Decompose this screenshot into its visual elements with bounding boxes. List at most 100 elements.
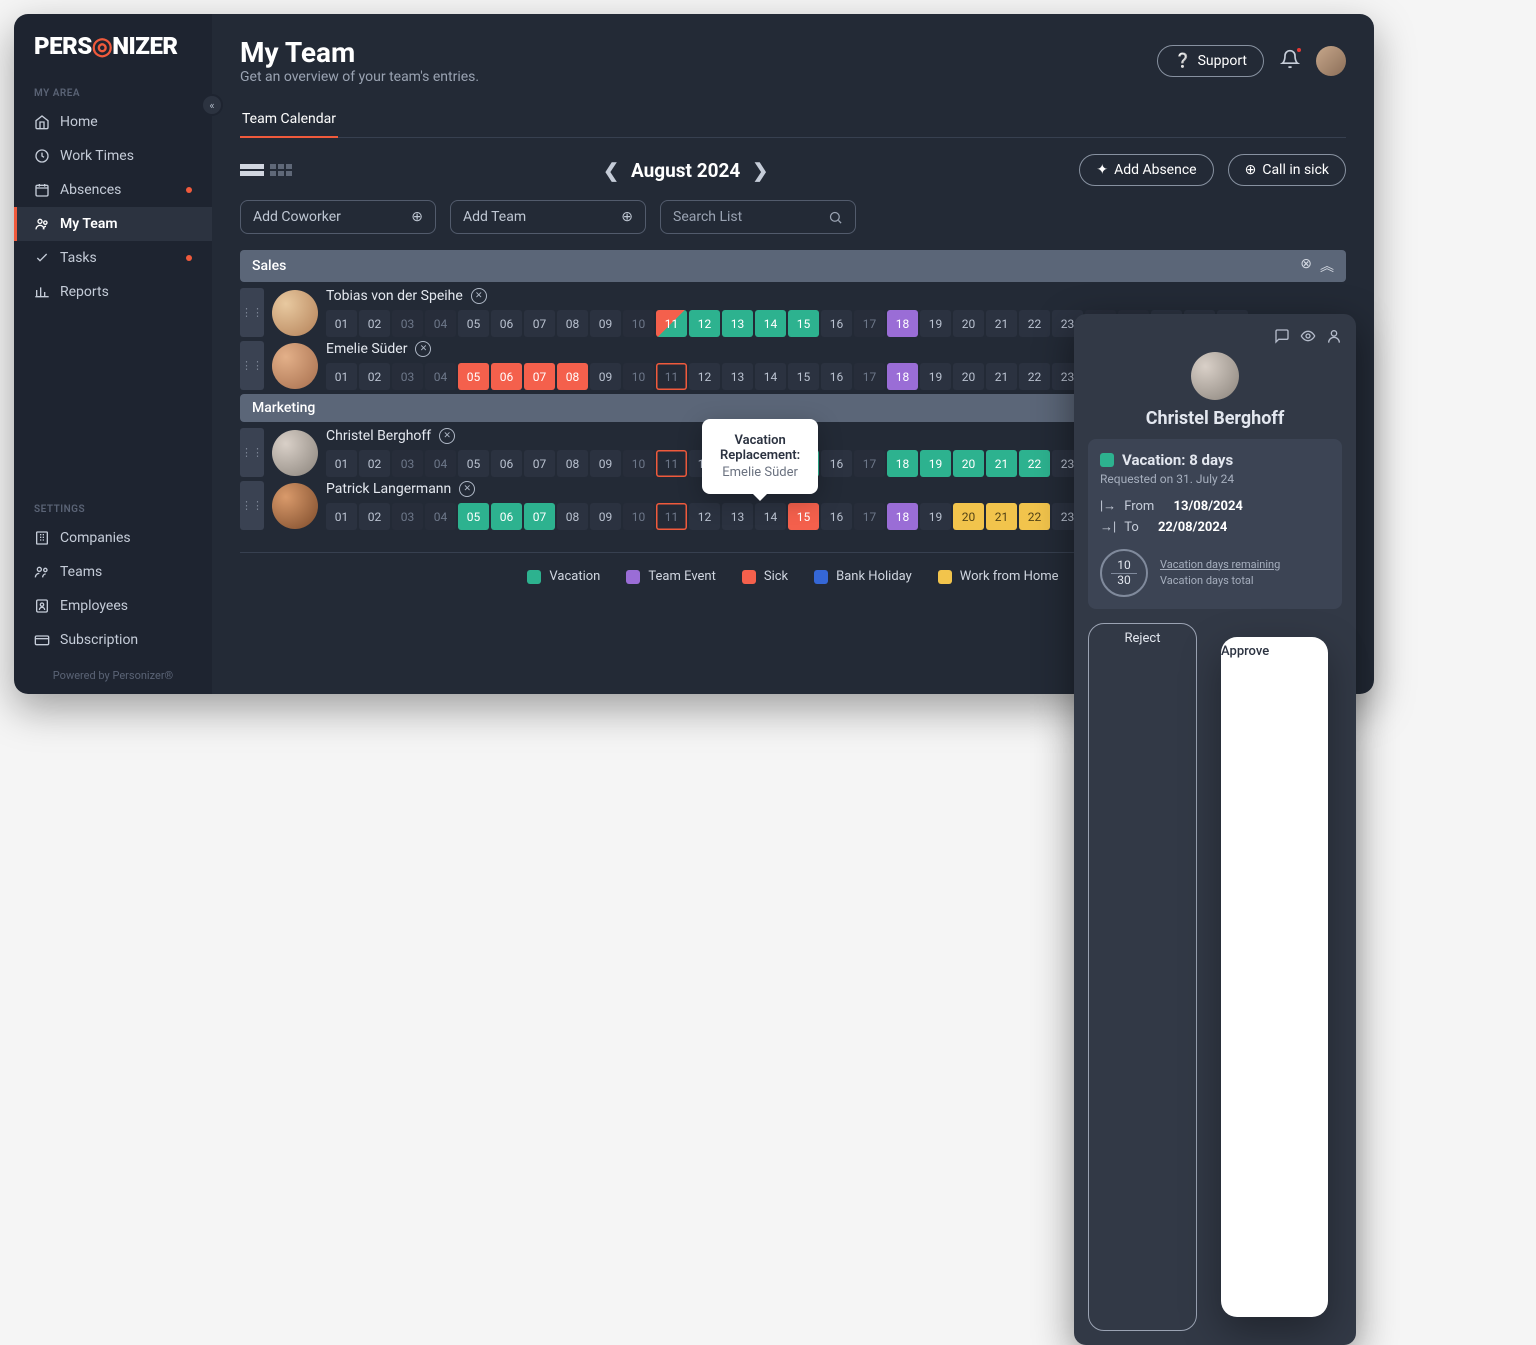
remove-member-button[interactable]: ✕ <box>415 341 431 357</box>
day-cell[interactable]: 02 <box>359 310 390 337</box>
day-cell[interactable]: 04 <box>425 363 456 390</box>
day-cell[interactable]: 04 <box>425 450 456 477</box>
day-cell[interactable]: 10 <box>623 450 654 477</box>
day-cell[interactable]: 17 <box>854 450 885 477</box>
support-button[interactable]: ❔ Support <box>1157 45 1264 77</box>
day-cell[interactable]: 07 <box>524 310 555 337</box>
day-cell[interactable]: 18 <box>887 503 918 530</box>
nav-worktimes[interactable]: Work Times <box>14 139 212 173</box>
day-cell[interactable]: 20 <box>953 363 984 390</box>
day-cell[interactable]: 14 <box>755 503 786 530</box>
day-cell[interactable]: 16 <box>821 310 852 337</box>
prev-month-button[interactable]: ❮ <box>603 159 619 182</box>
search-input[interactable] <box>673 209 828 225</box>
day-cell[interactable]: 18 <box>887 363 918 390</box>
day-cell[interactable]: 19 <box>920 363 951 390</box>
comment-icon[interactable] <box>1274 328 1290 348</box>
day-cell[interactable]: 22 <box>1019 450 1050 477</box>
call-sick-button[interactable]: ⊕ Call in sick <box>1228 154 1346 186</box>
day-cell[interactable]: 18 <box>887 450 918 477</box>
day-cell[interactable]: 09 <box>590 503 621 530</box>
nav-myteam[interactable]: My Team <box>14 207 212 241</box>
nav-reports[interactable]: Reports <box>14 275 212 309</box>
day-cell[interactable]: 11 <box>656 363 687 390</box>
day-cell[interactable]: 16 <box>821 503 852 530</box>
day-cell[interactable]: 05 <box>458 310 489 337</box>
day-cell[interactable]: 02 <box>359 450 390 477</box>
day-cell[interactable]: 17 <box>854 310 885 337</box>
day-cell[interactable]: 11 <box>656 503 687 530</box>
remove-member-button[interactable]: ✕ <box>439 428 455 444</box>
day-cell[interactable]: 13 <box>722 310 753 337</box>
view-list-button[interactable] <box>240 164 264 176</box>
remove-member-button[interactable]: ✕ <box>459 481 475 497</box>
member-avatar[interactable] <box>272 290 318 336</box>
day-cell[interactable]: 08 <box>557 503 588 530</box>
day-cell[interactable]: 06 <box>491 450 522 477</box>
day-cell[interactable]: 06 <box>491 310 522 337</box>
remove-member-button[interactable]: ✕ <box>471 288 487 304</box>
nav-subscription[interactable]: Subscription <box>14 623 212 657</box>
day-cell[interactable]: 01 <box>326 363 357 390</box>
day-cell[interactable]: 12 <box>689 310 720 337</box>
day-cell[interactable]: 22 <box>1019 363 1050 390</box>
nav-companies[interactable]: Companies <box>14 521 212 555</box>
day-cell[interactable]: 15 <box>788 503 819 530</box>
user-avatar[interactable] <box>1316 46 1346 76</box>
nav-tasks[interactable]: Tasks <box>14 241 212 275</box>
day-cell[interactable]: 09 <box>590 363 621 390</box>
day-cell[interactable]: 21 <box>986 503 1017 530</box>
day-cell[interactable]: 10 <box>623 363 654 390</box>
day-cell[interactable]: 11 <box>656 310 687 337</box>
day-cell[interactable]: 14 <box>755 310 786 337</box>
day-cell[interactable]: 22 <box>1019 310 1050 337</box>
view-grid-button[interactable] <box>270 164 292 176</box>
day-cell[interactable]: 03 <box>392 310 423 337</box>
day-cell[interactable]: 06 <box>491 503 522 530</box>
day-cell[interactable]: 21 <box>986 310 1017 337</box>
nav-home[interactable]: Home <box>14 105 212 139</box>
day-cell[interactable]: 22 <box>1019 503 1050 530</box>
search-field[interactable] <box>660 200 856 234</box>
drag-handle[interactable]: ⋮⋮ <box>240 288 264 337</box>
reject-button[interactable]: Reject <box>1088 623 1197 1331</box>
day-cell[interactable]: 17 <box>854 503 885 530</box>
day-cell[interactable]: 03 <box>392 450 423 477</box>
day-cell[interactable]: 06 <box>491 363 522 390</box>
person-icon[interactable] <box>1326 328 1342 348</box>
collapse-group-icon[interactable]: ︽ <box>1320 256 1334 276</box>
day-cell[interactable]: 07 <box>524 503 555 530</box>
nav-absences[interactable]: Absences <box>14 173 212 207</box>
day-cell[interactable]: 13 <box>722 363 753 390</box>
remove-group-icon[interactable]: ⊗ <box>1300 256 1312 276</box>
day-cell[interactable]: 07 <box>524 363 555 390</box>
next-month-button[interactable]: ❯ <box>752 159 768 182</box>
day-cell[interactable]: 02 <box>359 363 390 390</box>
day-cell[interactable]: 19 <box>920 450 951 477</box>
day-cell[interactable]: 10 <box>623 503 654 530</box>
nav-employees[interactable]: Employees <box>14 589 212 623</box>
day-cell[interactable]: 14 <box>755 363 786 390</box>
day-cell[interactable]: 16 <box>821 363 852 390</box>
day-cell[interactable]: 20 <box>953 310 984 337</box>
day-cell[interactable]: 16 <box>821 450 852 477</box>
day-cell[interactable]: 05 <box>458 503 489 530</box>
day-cell[interactable]: 20 <box>953 503 984 530</box>
day-cell[interactable]: 12 <box>689 503 720 530</box>
sidebar-collapse-button[interactable]: « <box>201 94 223 116</box>
tab-team-calendar[interactable]: Team Calendar <box>240 103 338 137</box>
day-cell[interactable]: 20 <box>953 450 984 477</box>
day-cell[interactable]: 12 <box>689 363 720 390</box>
day-cell[interactable]: 07 <box>524 450 555 477</box>
day-cell[interactable]: 08 <box>557 450 588 477</box>
nav-teams[interactable]: Teams <box>14 555 212 589</box>
day-cell[interactable]: 15 <box>788 310 819 337</box>
day-cell[interactable]: 02 <box>359 503 390 530</box>
day-cell[interactable]: 11 <box>656 450 687 477</box>
day-cell[interactable]: 18 <box>887 310 918 337</box>
member-avatar[interactable] <box>272 343 318 389</box>
notifications-button[interactable] <box>1280 49 1300 73</box>
approve-button[interactable]: Approve <box>1221 637 1328 1317</box>
day-cell[interactable]: 17 <box>854 363 885 390</box>
add-team-button[interactable]: Add Team ⊕ <box>450 200 646 234</box>
